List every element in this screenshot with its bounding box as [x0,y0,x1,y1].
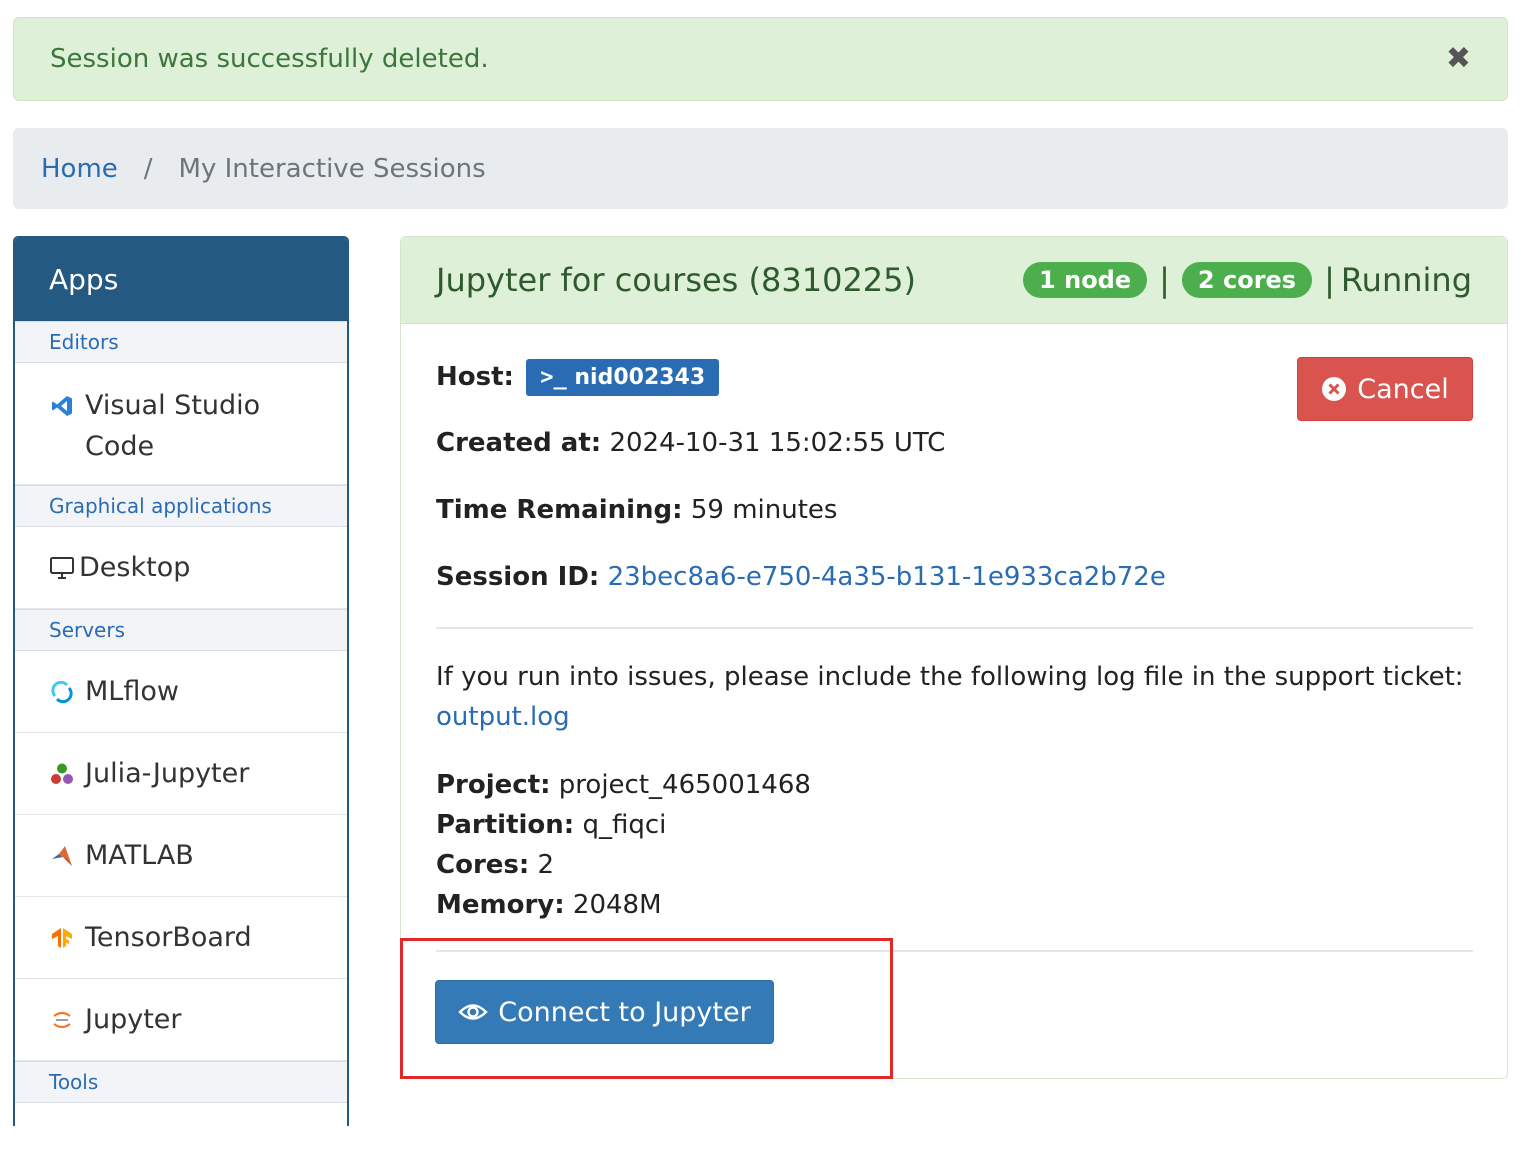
cancel-button[interactable]: Cancel [1297,357,1473,421]
julia-icon [49,761,75,787]
sidebar-item-matlab[interactable]: MATLAB [15,815,347,897]
log-file-link[interactable]: output.log [436,702,570,732]
sidebar-item-vscode[interactable]: Visual Studio Code [15,363,347,485]
sidebar-item-tensorboard[interactable]: TensorBoard [15,897,347,979]
session-id-row: Session ID: 23bec8a6-e750-4a35-b131-1e93… [436,562,1166,592]
cores-value: 2 [537,850,555,880]
support-text: If you run into issues, please include t… [436,662,1464,692]
sidebar-category-servers: Servers [15,609,347,651]
host-row: Host: >_ nid002343 [436,359,720,396]
mlflow-icon [49,679,75,705]
sidebar-category-graphical: Graphical applications [15,485,347,527]
remaining-label: Time Remaining: [436,495,683,525]
sidebar-item-desktop[interactable]: Desktop [15,527,347,609]
sidebar-category-editors: Editors [15,321,347,363]
highlight-box [400,938,893,1079]
status-separator: | [1324,261,1335,299]
memory-label: Memory: [436,890,565,920]
created-row: Created at: 2024-10-31 15:02:55 UTC [436,428,945,458]
success-alert: Session was successfully deleted. ✖ [13,17,1508,101]
host-badge[interactable]: >_ nid002343 [526,359,720,396]
vscode-icon [49,393,75,419]
project-row: Project: project_465001468 [436,765,811,805]
memory-value: 2048M [572,890,662,920]
sidebar-item-mlflow[interactable]: MLflow [15,651,347,733]
sidebar-category-tools: Tools [15,1061,347,1103]
host-label: Host: [436,362,514,392]
terminal-icon: >_ [540,365,567,390]
status-separator: | [1159,261,1170,299]
sidebar-item-julia-jupyter[interactable]: Julia-Jupyter [15,733,347,815]
job-details: Project: project_465001468 Partition: q_… [436,765,811,925]
partition-row: Partition: q_fiqci [436,805,811,845]
matlab-icon [49,843,75,869]
created-value: 2024-10-31 15:02:55 UTC [609,428,946,458]
sidebar-item-label: Visual Studio Code [85,390,261,462]
session-panel-heading: Jupyter for courses (8310225) 1 node | 2… [401,237,1507,324]
session-id-link[interactable]: 23bec8a6-e750-4a35-b131-1e933ca2b72e [608,562,1166,592]
close-icon[interactable]: ✖ [1446,44,1471,74]
jupyter-icon [49,1007,75,1033]
sidebar-item-jupyter[interactable]: Jupyter [15,979,347,1061]
monitor-icon [49,555,75,581]
sidebar-item-label: Jupyter [85,1004,182,1035]
partition-value: q_fiqci [582,810,667,840]
cores-row: Cores: 2 [436,845,811,885]
divider [436,627,1473,629]
breadcrumb-current: My Interactive Sessions [178,153,486,184]
sidebar-title: Apps [15,238,347,321]
support-note: If you run into issues, please include t… [436,657,1476,737]
session-id-label: Session ID: [436,562,600,592]
session-title: Jupyter for courses (8310225) [436,261,916,299]
remaining-row: Time Remaining: 59 minutes [436,495,837,525]
breadcrumb-separator: / [143,153,153,184]
remaining-value: 59 minutes [690,495,838,525]
cancel-label: Cancel [1357,373,1449,405]
alert-message: Session was successfully deleted. [50,44,489,74]
partition-label: Partition: [436,810,575,840]
host-name: nid002343 [574,365,706,390]
created-label: Created at: [436,428,602,458]
sidebar-item-label: Desktop [79,552,191,583]
sidebar-item-label: MATLAB [85,840,194,871]
project-value: project_465001468 [558,770,811,800]
session-state: Running [1340,261,1472,299]
nodes-badge: 1 node [1023,262,1148,298]
sidebar-item-label: MLflow [85,676,179,707]
cores-label: Cores: [436,850,530,880]
memory-row: Memory: 2048M [436,885,811,925]
sidebar-item-label: TensorBoard [85,922,252,953]
breadcrumb-home-link[interactable]: Home [41,154,118,184]
times-circle-icon [1322,377,1347,401]
sidebar-item-label: Julia-Jupyter [85,758,250,789]
tensorflow-icon [49,925,75,951]
breadcrumb: Home / My Interactive Sessions [13,128,1508,209]
project-label: Project: [436,770,551,800]
apps-sidebar: Apps Editors Visual Studio Code Graphica… [13,236,349,1126]
cores-badge: 2 cores [1181,262,1313,298]
session-status: 1 node | 2 cores | Running [1017,261,1472,299]
